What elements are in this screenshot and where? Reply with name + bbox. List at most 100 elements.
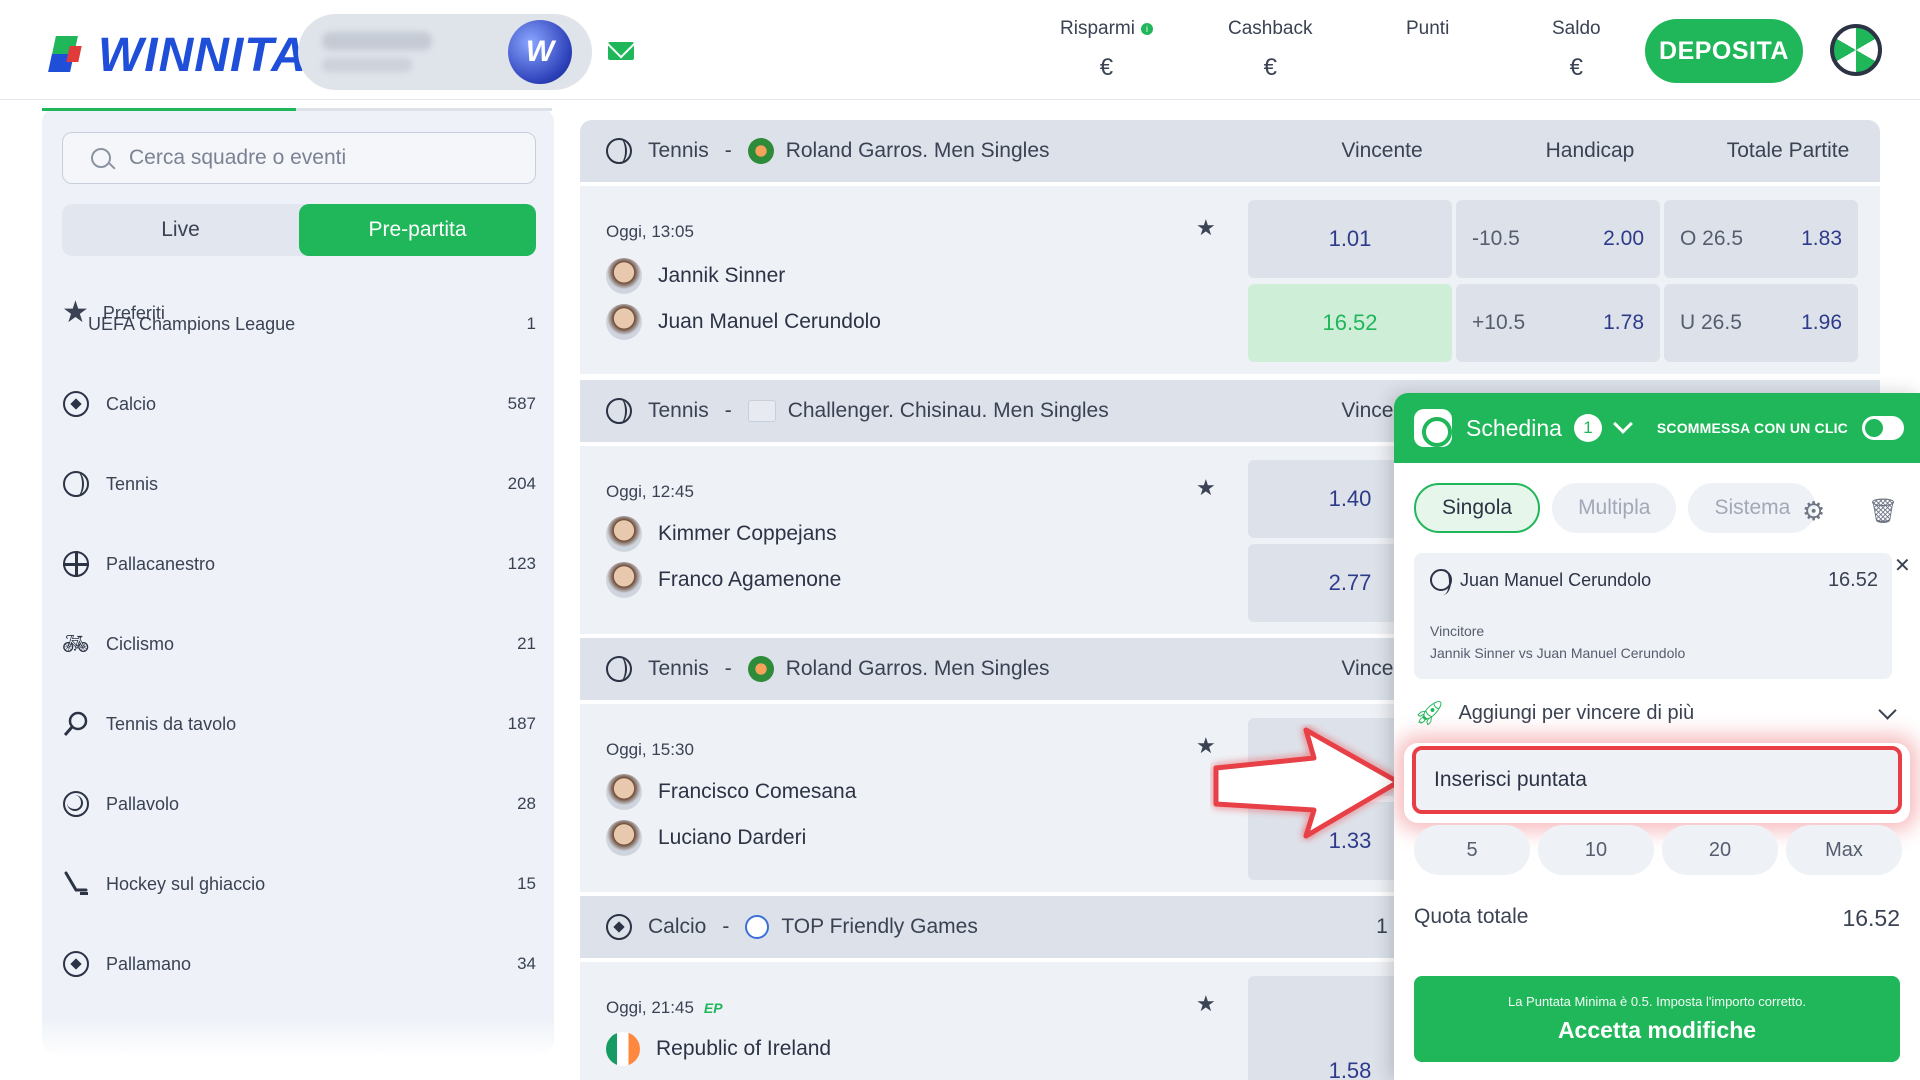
- tennis-ball-icon: [606, 656, 632, 682]
- winnita-logo[interactable]: WINNITA: [48, 28, 307, 83]
- tab-multipla[interactable]: Multipla: [1552, 483, 1677, 533]
- chevron-down-icon: [1878, 701, 1897, 720]
- tennis-ball-icon: [606, 398, 632, 424]
- sidebar-item-pallavolo[interactable]: Pallavolo 28: [62, 784, 536, 824]
- sidebar-item-pallamano[interactable]: Pallamano 34: [62, 944, 536, 984]
- fortune-wheel-icon[interactable]: [1830, 24, 1882, 76]
- league-name: Roland Garros. Men Singles: [785, 657, 1050, 680]
- soccer-ball-icon: [606, 914, 632, 940]
- sidebar-item-tennis[interactable]: Tennis 204: [62, 464, 536, 504]
- handicap-odd: 2.00: [1603, 227, 1644, 250]
- quick-stake-button[interactable]: 10: [1538, 825, 1654, 875]
- player-avatar: [606, 304, 642, 340]
- one-click-toggle[interactable]: [1862, 416, 1904, 440]
- bicycle-icon: 🚲︎: [62, 631, 90, 656]
- deposit-button[interactable]: DEPOSITA: [1645, 19, 1803, 83]
- betslip-icon: [1414, 409, 1452, 447]
- bet-type-tabs: Singola Multipla Sistema: [1414, 483, 1817, 533]
- friendly-games-icon: [745, 915, 770, 939]
- total-odds-label: Quota totale: [1414, 905, 1529, 928]
- league-name: Challenger. Chisinau. Men Singles: [787, 399, 1109, 422]
- mail-icon[interactable]: [608, 42, 634, 60]
- stat-saldo[interactable]: Saldo €: [1552, 18, 1601, 82]
- event-time: Oggi, 21:45 EP: [606, 998, 723, 1018]
- odd-button[interactable]: 1.01: [1248, 200, 1452, 278]
- player-home: Jannik Sinner: [606, 258, 785, 294]
- handicap-line: -10.5: [1472, 227, 1520, 250]
- handicap-odd-button[interactable]: +10.5 1.78: [1456, 284, 1660, 362]
- tennis-ball-icon: [63, 471, 89, 497]
- league-separator: -: [724, 657, 732, 680]
- sidebar-tab-indicator: [42, 108, 296, 111]
- event-row[interactable]: Oggi, 13:05 ★ Jannik Sinner Juan Manuel …: [580, 186, 1880, 374]
- betslip-title: Schedina: [1466, 414, 1562, 441]
- stake-box[interactable]: [1412, 746, 1902, 814]
- handicap-odd-button[interactable]: -10.5 2.00: [1456, 200, 1660, 278]
- roland-garros-icon: [747, 656, 774, 682]
- total-odd: 1.83: [1801, 227, 1842, 250]
- favorite-star-icon[interactable]: ★: [1196, 216, 1216, 241]
- roland-garros-icon: [747, 138, 774, 164]
- total-odd-button[interactable]: U 26.5 1.96: [1664, 284, 1858, 362]
- mode-switch: Live Pre-partita: [62, 204, 536, 256]
- search-input[interactable]: [129, 146, 509, 170]
- stat-risparmi[interactable]: Risparmi i €: [1060, 18, 1153, 82]
- volleyball-icon: [63, 791, 89, 817]
- player-name: Franco Agamenone: [658, 568, 842, 591]
- tab-live[interactable]: Live: [62, 204, 299, 256]
- selection-match: Jannik Sinner vs Juan Manuel Cerundolo: [1430, 645, 1686, 661]
- favorite-star-icon[interactable]: ★: [1196, 992, 1216, 1017]
- league-name: TOP Friendly Games: [781, 915, 978, 938]
- info-icon[interactable]: i: [1140, 23, 1153, 35]
- betslip-header[interactable]: Schedina 1 SCOMMESSA CON UN CLIC: [1394, 393, 1920, 463]
- sidebar-item-count: 1: [526, 314, 536, 333]
- chevron-down-icon[interactable]: [1613, 414, 1633, 434]
- tennis-ball-icon: [606, 138, 632, 164]
- handball-icon: [63, 951, 89, 977]
- tab-sistema[interactable]: Sistema: [1688, 483, 1817, 533]
- quick-stake-button[interactable]: Max: [1786, 825, 1902, 875]
- stat-label: Cashback: [1228, 18, 1313, 39]
- sidebar-item-pallacanestro[interactable]: Pallacanestro 123: [62, 544, 536, 584]
- basketball-icon: [63, 551, 89, 577]
- favorite-star-icon[interactable]: ★: [1196, 476, 1216, 501]
- sidebar-item-ciclismo[interactable]: 🚲︎ Ciclismo 21: [62, 624, 536, 664]
- betslip-selection: Juan Manuel Cerundolo 16.52 Vincitore Ja…: [1414, 553, 1892, 679]
- sidebar-item-ucl[interactable]: UEFA Champions League 1: [62, 304, 536, 344]
- one-click-label: SCOMMESSA CON UN CLIC: [1656, 420, 1848, 436]
- ireland-flag-icon: [606, 1032, 640, 1066]
- team-home: Republic of Ireland: [606, 1032, 831, 1066]
- odd-button-selected[interactable]: 16.52: [1248, 284, 1452, 362]
- trash-icon[interactable]: 🗑︎: [1868, 497, 1898, 525]
- sidebar-item-hockey[interactable]: Hockey sul ghiaccio 15: [62, 864, 536, 904]
- league-header[interactable]: Tennis - Roland Garros. Men Singles Vinc…: [580, 120, 1880, 182]
- handicap-line: +10.5: [1472, 311, 1526, 334]
- league-name: Roland Garros. Men Singles: [785, 139, 1050, 162]
- tab-singola[interactable]: Singola: [1414, 483, 1541, 533]
- boost-row[interactable]: 🚀︎ Aggiungi per vincere di più: [1414, 699, 1900, 728]
- pointer-arrow-icon: [1213, 727, 1401, 839]
- gear-icon[interactable]: ⚙: [1802, 497, 1825, 527]
- sidebar-item-label: Tennis: [106, 473, 159, 494]
- player-avatar: [606, 562, 642, 598]
- tab-pre-partita[interactable]: Pre-partita: [299, 204, 536, 256]
- search-box[interactable]: [62, 132, 536, 184]
- quick-stake-button[interactable]: 5: [1414, 825, 1530, 875]
- accept-changes-button[interactable]: La Puntata Minima è 0.5. Imposta l'impor…: [1414, 976, 1900, 1062]
- total-line: U 26.5: [1680, 311, 1742, 334]
- handicap-odd: 1.78: [1603, 311, 1644, 334]
- league-separator: -: [724, 139, 732, 162]
- stat-punti[interactable]: Punti: [1406, 18, 1449, 54]
- sidebar-item-tennis-da-tavolo[interactable]: Tennis da tavolo 187: [62, 704, 536, 744]
- stat-cashback[interactable]: Cashback €: [1228, 18, 1313, 82]
- sidebar-item-calcio[interactable]: Calcio 587: [62, 384, 536, 424]
- challenger-icon: [747, 400, 776, 422]
- quick-stake-button[interactable]: 20: [1662, 825, 1778, 875]
- rocket-icon: 🚀︎: [1414, 700, 1445, 727]
- stake-input[interactable]: [1434, 768, 1874, 792]
- col-header-handicap: Handicap: [1545, 139, 1635, 162]
- user-account-pill[interactable]: W: [298, 14, 592, 90]
- total-odd-button[interactable]: O 26.5 1.83: [1664, 200, 1858, 278]
- close-icon[interactable]: ✕: [1894, 553, 1911, 577]
- league-sport: Calcio: [648, 915, 707, 938]
